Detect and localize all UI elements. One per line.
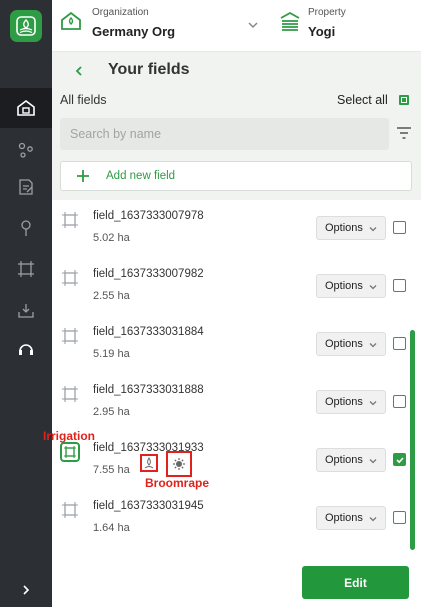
irrigation-icon[interactable] <box>140 454 158 472</box>
options-dropdown[interactable]: Options <box>316 448 386 472</box>
rail-nodes-button[interactable] <box>0 130 52 170</box>
add-new-field-label: Add new field <box>106 170 176 182</box>
rail-support-button[interactable] <box>0 329 52 369</box>
search-input[interactable] <box>60 118 389 150</box>
rail-home-button[interactable] <box>0 88 52 128</box>
field-checkbox[interactable] <box>393 453 406 466</box>
plus-icon <box>75 168 91 189</box>
app-logo[interactable] <box>0 0 52 52</box>
add-new-field-button[interactable]: Add new field <box>60 161 412 191</box>
options-label: Options <box>325 280 363 292</box>
chevron-down-icon <box>369 343 377 348</box>
filter-icon <box>397 127 411 139</box>
field-boundary-icon <box>18 261 34 277</box>
options-dropdown[interactable]: Options <box>316 506 386 530</box>
property-icon <box>279 10 301 37</box>
field-area: 5.19 ha <box>93 348 130 360</box>
chevron-down-icon <box>369 227 377 232</box>
field-row[interactable]: field_1637333007978 5.02 ha Options <box>52 200 421 258</box>
chevron-down-icon <box>369 285 377 290</box>
rail-field-boundary-button[interactable] <box>0 249 52 289</box>
options-label: Options <box>325 222 363 234</box>
chevron-down-icon[interactable] <box>246 18 260 37</box>
location-pin-icon <box>21 220 31 236</box>
logo-icon <box>10 10 42 42</box>
options-dropdown[interactable]: Options <box>316 216 386 240</box>
select-all-checkbox[interactable] <box>399 95 409 105</box>
property-label: Property <box>308 7 346 18</box>
field-name: field_1637333031884 <box>93 326 204 338</box>
broomrape-annotation: Broomrape <box>145 476 210 490</box>
field-checkbox[interactable] <box>393 279 406 292</box>
panel-title-bar: Your fields <box>52 52 421 89</box>
field-area: 7.55 ha <box>93 464 130 476</box>
field-row[interactable]: field_1637333007982 2.55 ha Options <box>52 258 421 316</box>
organization-icon <box>60 10 82 37</box>
options-label: Options <box>325 338 363 350</box>
field-tags <box>140 451 192 477</box>
organization-name[interactable]: Germany Org <box>92 24 175 39</box>
panel-footer: Edit <box>52 554 421 607</box>
field-shape-icon <box>60 384 80 404</box>
field-name: field_1637333007982 <box>93 268 204 280</box>
rail-expand-button[interactable] <box>0 573 52 607</box>
property-name[interactable]: Yogi <box>308 24 335 39</box>
field-row[interactable]: field_1637333031888 2.95 ha Options <box>52 374 421 432</box>
field-area: 2.95 ha <box>93 406 130 418</box>
field-shape-icon <box>60 210 80 230</box>
field-name: field_1637333031945 <box>93 500 204 512</box>
filter-button[interactable] <box>396 125 412 141</box>
all-fields-label: All fields <box>60 93 107 107</box>
field-area: 2.55 ha <box>93 290 130 302</box>
fields-panel: Your fields All fields Select all Add ne… <box>52 52 421 607</box>
rail-notes-button[interactable] <box>0 167 52 207</box>
field-checkbox[interactable] <box>393 221 406 234</box>
field-name: field_1637333007978 <box>93 210 204 222</box>
select-all-label[interactable]: Select all <box>337 93 388 107</box>
scrollbar[interactable] <box>410 330 415 550</box>
chevron-down-icon <box>369 517 377 522</box>
rail-location-button[interactable] <box>0 208 52 248</box>
field-checkbox[interactable] <box>393 511 406 524</box>
nodes-icon <box>18 142 33 158</box>
field-list: field_1637333007978 5.02 ha Options fiel… <box>52 200 421 554</box>
field-shape-icon <box>60 326 80 346</box>
options-label: Options <box>325 396 363 408</box>
edit-button[interactable]: Edit <box>302 566 409 599</box>
notes-icon <box>19 179 33 195</box>
chevron-down-icon <box>369 401 377 406</box>
chevron-down-icon <box>369 459 377 464</box>
field-shape-icon <box>60 442 80 462</box>
harvest-icon <box>18 304 34 318</box>
left-rail <box>0 0 52 607</box>
field-row[interactable]: field_1637333031945 1.64 ha Options <box>52 490 421 548</box>
rail-harvest-button[interactable] <box>0 290 52 330</box>
headset-icon <box>19 344 33 355</box>
field-shape-icon <box>60 500 80 520</box>
top-header: Organization Germany Org Property Yogi <box>52 0 421 52</box>
field-row[interactable]: field_1637333031933 7.55 ha Options <box>52 432 421 490</box>
field-row[interactable]: field_1637333031884 5.19 ha Options <box>52 316 421 374</box>
options-label: Options <box>325 454 363 466</box>
back-button[interactable] <box>70 62 88 80</box>
options-dropdown[interactable]: Options <box>316 390 386 414</box>
chevron-left-icon <box>75 66 82 76</box>
broomrape-icon[interactable] <box>166 451 192 477</box>
irrigation-annotation: Irrigation <box>43 429 96 443</box>
organization-label: Organization <box>92 7 149 18</box>
field-area: 1.64 ha <box>93 522 130 534</box>
checkmark-icon <box>395 456 404 463</box>
field-name: field_1637333031888 <box>93 384 204 396</box>
page-title: Your fields <box>108 61 190 78</box>
field-checkbox[interactable] <box>393 395 406 408</box>
options-dropdown[interactable]: Options <box>316 332 386 356</box>
options-label: Options <box>325 512 363 524</box>
chevron-right-icon <box>23 585 30 595</box>
field-shape-icon <box>60 268 80 288</box>
field-checkbox[interactable] <box>393 337 406 350</box>
home-icon <box>17 100 35 116</box>
field-area: 5.02 ha <box>93 232 130 244</box>
options-dropdown[interactable]: Options <box>316 274 386 298</box>
